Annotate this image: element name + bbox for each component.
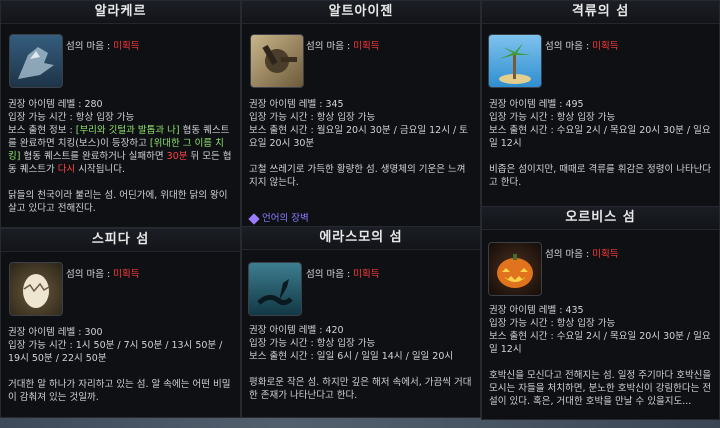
recommended-level: 권장 아이템 레벨 : 420: [249, 325, 344, 336]
island-info: 권장 아이템 레벨 : 420 입장 가능 시간 : 항상 입장 가능 보스 출…: [249, 324, 474, 402]
language-barrier-link[interactable]: 언어의 장벽: [248, 210, 309, 225]
heart-status: 섬의 마음 : 미획득: [545, 249, 619, 260]
island-card-spida: 스피다 섬 섬의 마음 : 미획득 권장 아이템 레벨 : 300 입장 가능 …: [0, 228, 241, 418]
island-description: 평화로운 작은 섬. 하지만 깊은 해저 속에서, 가끔씩 거대한 존재가 나타…: [249, 377, 472, 401]
boss-time: 보스 출현 시간 : 일일 6시 / 일일 14시 / 일일 20시: [249, 351, 454, 362]
island-description: 비좁은 섬이지만, 때때로 격류를 휘감은 정령이 나타난다고 한다.: [489, 164, 712, 188]
island-info: 권장 아이템 레벨 : 495 입장 가능 시간 : 항상 입장 가능 보스 출…: [489, 98, 713, 189]
card-title: 알라케르: [1, 1, 240, 24]
gargoyle-icon: [9, 34, 63, 88]
island-description: 호박신을 모신다고 전해지는 섬. 일정 주기마다 호박신을 모시는 자들을 처…: [489, 370, 712, 407]
entry-time: 입장 가능 시간 : 항상 입장 가능: [249, 112, 376, 123]
island-card-alakeru: 알라케르 섬의 마음 : 미획득 권장 아이템 레벨 : 280 입장 가능 시…: [0, 0, 241, 228]
island-description: 거대한 알 하나가 자리하고 있는 섬. 알 속에는 어떤 비밀이 감춰져 있는…: [8, 379, 231, 403]
entry-time: 입장 가능 시간 : 1시 50분 / 7시 50분 / 13시 50분 / 1…: [8, 340, 223, 364]
purple-gem-icon: [248, 212, 260, 225]
scrap-robot-icon: [250, 34, 304, 88]
recommended-level: 권장 아이템 레벨 : 345: [249, 99, 344, 110]
cracked-egg-icon: [9, 262, 63, 316]
card-title: 오르비스 섬: [482, 207, 719, 230]
boss-time: 보스 출현 시간 : 수요일 2시 / 목요일 20시 30분 / 일요일 12…: [489, 331, 711, 355]
recommended-level: 권장 아이템 레벨 : 300: [8, 327, 103, 338]
island-card-erasmo: 에라스모의 섬 섬의 마음 : 미획득 권장 아이템 레벨 : 420 입장 가…: [241, 226, 481, 418]
heart-status: 섬의 마음 : 미획득: [66, 269, 140, 280]
entry-time: 입장 가능 시간 : 항상 입장 가능: [489, 112, 616, 123]
card-title: 에라스모의 섬: [242, 227, 480, 250]
heart-status: 섬의 마음 : 미획득: [306, 269, 380, 280]
card-title: 격류의 섬: [482, 1, 719, 24]
boss-info: 보스 출현 정보 : [부리와 깃털과 발톱과 나] 협동 퀘스트를 완료하면 …: [8, 125, 232, 175]
pumpkin-icon: [488, 242, 542, 296]
card-title: 알트아이젠: [242, 1, 480, 24]
recommended-level: 권장 아이템 레벨 : 280: [8, 99, 103, 110]
boss-time: 보스 출현 시간 : 월요일 20시 30분 / 금요일 12시 / 토요일 2…: [249, 125, 468, 149]
island-card-orbis: 오르비스 섬 섬의 마음 : 미획득 권장 아이템 레벨 : 435 입장 가능…: [481, 206, 720, 420]
island-card-torrent: 격류의 섬 섬의 마음 : 미획득 권장 아이템 레벨 : 495 입장 가능 …: [481, 0, 720, 210]
heart-status: 섬의 마음 : 미획득: [545, 41, 619, 52]
recommended-level: 권장 아이템 레벨 : 435: [489, 305, 584, 316]
island-info: 권장 아이템 레벨 : 435 입장 가능 시간 : 항상 입장 가능 보스 출…: [489, 304, 713, 408]
card-title: 스피다 섬: [1, 229, 240, 252]
heart-status: 섬의 마음 : 미획득: [306, 41, 380, 52]
palm-island-icon: [488, 34, 542, 88]
sea-serpent-icon: [248, 262, 302, 316]
island-info: 권장 아이템 레벨 : 280 입장 가능 시간 : 항상 입장 가능 보스 출…: [8, 98, 234, 215]
entry-time: 입장 가능 시간 : 항상 입장 가능: [8, 112, 135, 123]
island-info: 권장 아이템 레벨 : 300 입장 가능 시간 : 1시 50분 / 7시 5…: [8, 326, 234, 404]
island-card-altaizen: 알트아이젠 섬의 마음 : 미획득 권장 아이템 레벨 : 345 입장 가능 …: [241, 0, 481, 228]
entry-time: 입장 가능 시간 : 항상 입장 가능: [249, 338, 376, 349]
boss-time: 보스 출현 시간 : 수요일 2시 / 목요일 20시 30분 / 일요일 12…: [489, 125, 711, 149]
island-description: 고철 쓰레기로 가득한 황량한 섬. 생명체의 기운은 느껴지지 않는다.: [249, 164, 466, 188]
island-description: 닭들의 천국이라 불리는 섬. 어딘가에, 위대한 닭의 왕이 살고 있다고 전…: [8, 190, 228, 214]
heart-status: 섬의 마음 : 미획득: [66, 41, 140, 52]
recommended-level: 권장 아이템 레벨 : 495: [489, 99, 584, 110]
island-info: 권장 아이템 레벨 : 345 입장 가능 시간 : 항상 입장 가능 보스 출…: [249, 98, 474, 189]
entry-time: 입장 가능 시간 : 항상 입장 가능: [489, 318, 616, 329]
